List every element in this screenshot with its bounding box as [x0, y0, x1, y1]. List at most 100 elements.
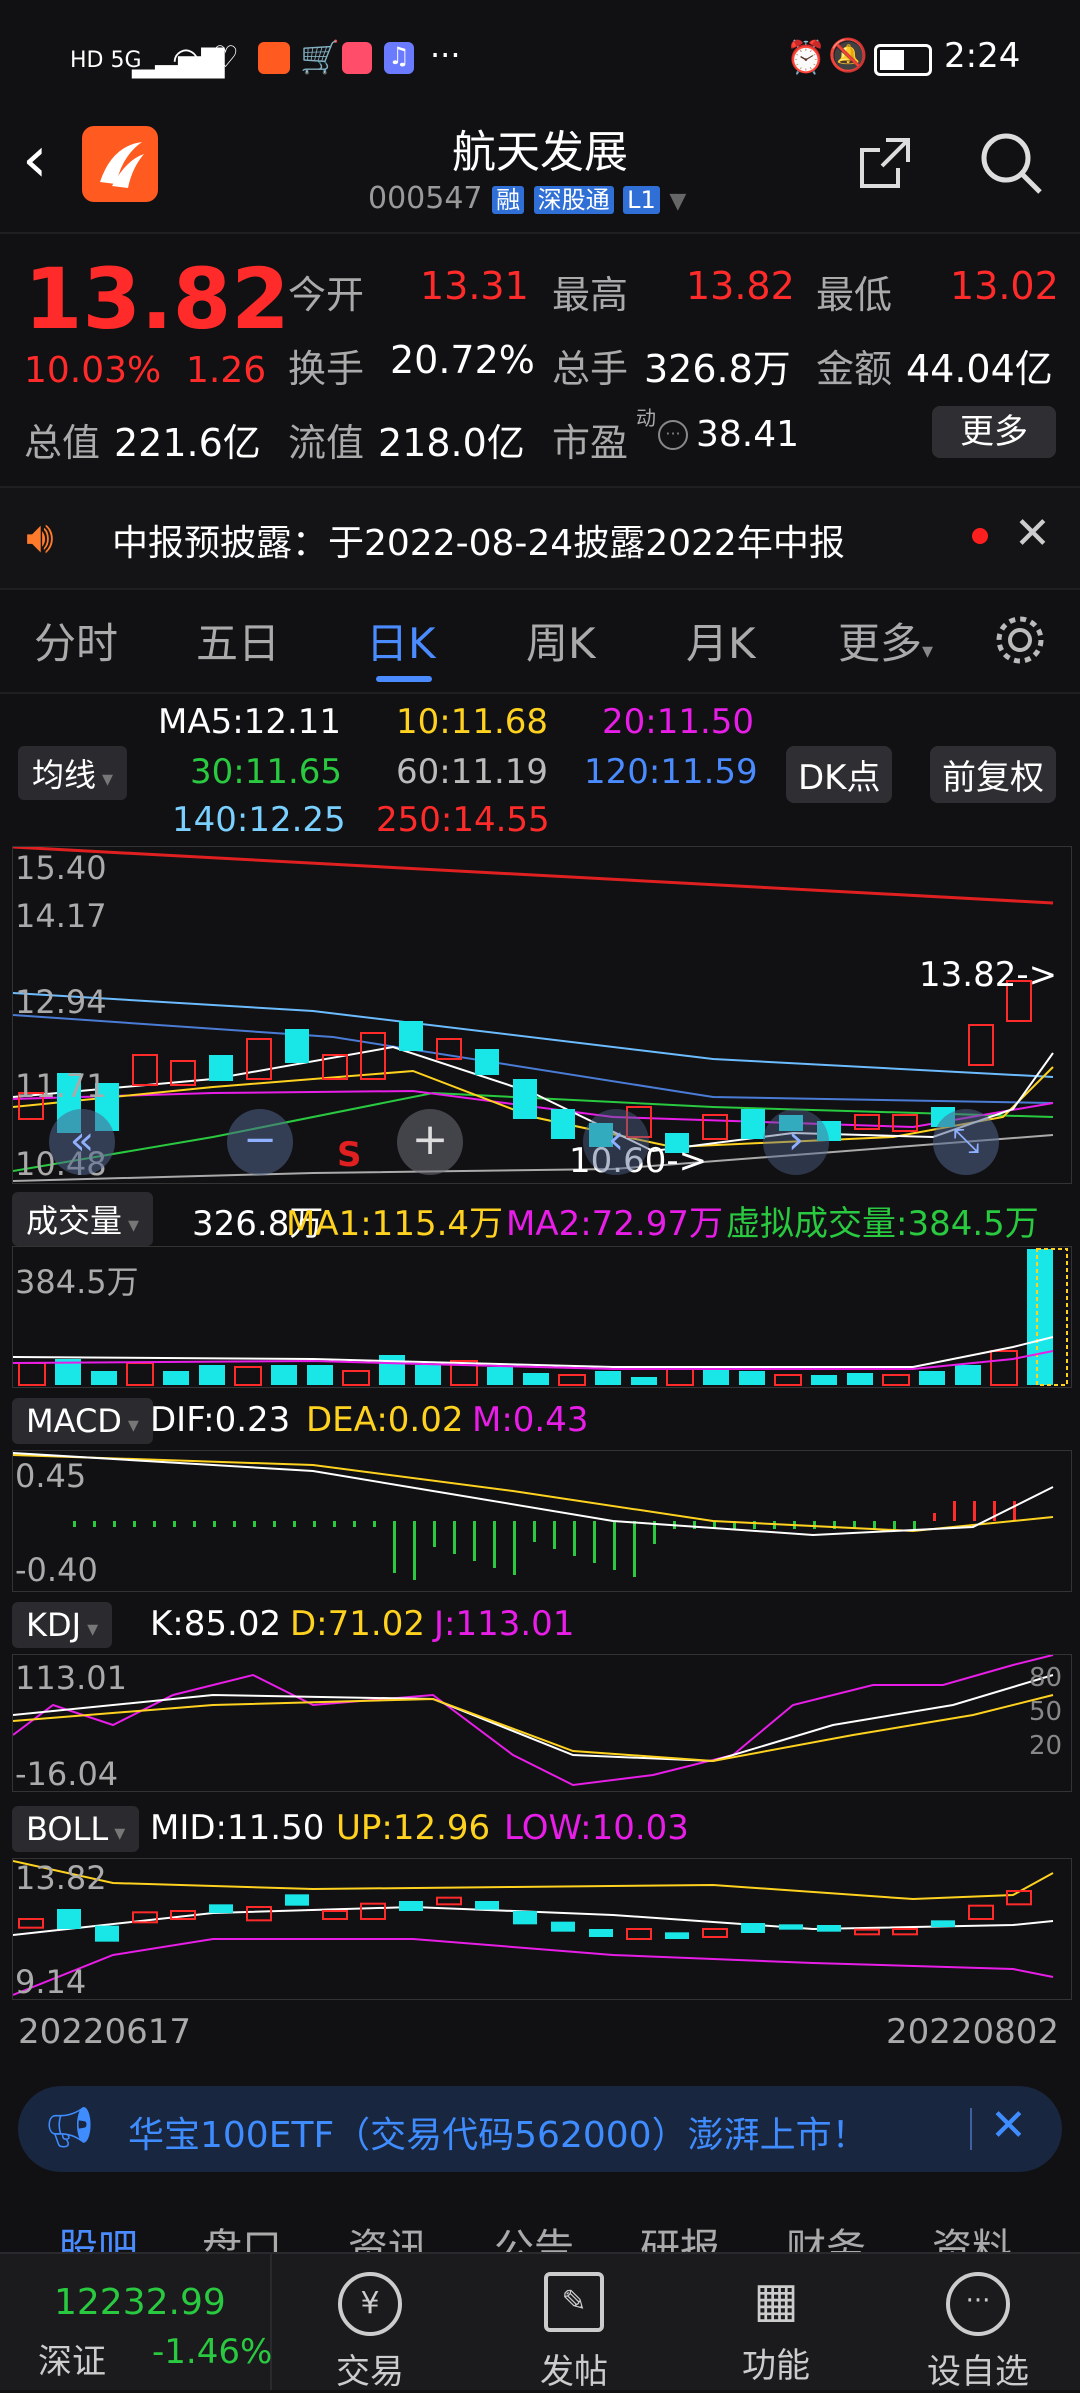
macd-selector[interactable]: MACD	[12, 1398, 153, 1444]
boll-candle-17	[665, 1932, 689, 1939]
speaker-icon: 🔊︎	[26, 512, 54, 563]
boll-candle-18	[702, 1928, 728, 1938]
candle-7	[285, 1029, 309, 1063]
bottom-nav: 12232.99 深证 -1.46% ¥ 交易 ✎ 发帖 ▦ 功能 ··· 设自…	[0, 2252, 1080, 2393]
nav-trade[interactable]: ¥ 交易	[300, 2272, 440, 2393]
subtab-guba[interactable]: 股吧	[58, 2216, 138, 2256]
candle-10	[399, 1021, 423, 1051]
boll-candle-11	[436, 1896, 462, 1906]
subtab-finance[interactable]: 财务	[786, 2216, 866, 2256]
macd-dif: DIF:0.23	[150, 1400, 291, 1440]
stock-code-row: 000547 融 深股通 L1 ▼	[368, 180, 686, 216]
sub-tabs: 股吧 盘口 资讯 公告 研报 财务 资料	[0, 2196, 1080, 2256]
settings-button[interactable]	[992, 612, 1048, 668]
zoom-out-button[interactable]: −	[227, 1109, 293, 1175]
high-label: 最高	[552, 273, 629, 317]
macd-bar-8	[233, 1521, 236, 1527]
boll-up: UP:12.96	[336, 1808, 491, 1848]
scroll-left-button[interactable]: «	[49, 1109, 115, 1175]
boll-candle-1	[57, 1909, 81, 1929]
candle-23	[892, 1114, 918, 1132]
kdj-chart[interactable]: 113.01 -16.04 80 50 20	[12, 1654, 1072, 1793]
close-banner-icon[interactable]: ✕	[990, 2100, 1027, 2151]
tab-monthly-k[interactable]: 月K	[686, 610, 756, 671]
boll-selector[interactable]: BOLL	[12, 1806, 140, 1852]
notice-bar[interactable]: 🔊︎ 中报预披露：于2022-08-24披露2022年中报 ✕	[0, 488, 1080, 588]
subtab-profile[interactable]: 资料	[932, 2216, 1012, 2256]
zoom-in-button[interactable]: +	[397, 1109, 463, 1175]
boll-candle-12	[475, 1901, 499, 1910]
macd-chart[interactable]: 0.45 -0.40	[12, 1450, 1072, 1592]
notice-text: 中报预披露：于2022-08-24披露2022年中报	[112, 523, 845, 564]
tab-more[interactable]: 更多▾	[838, 610, 933, 671]
nav-functions[interactable]: ▦ 功能	[706, 2272, 846, 2387]
volume-bar-24	[882, 1374, 910, 1386]
candle-3	[132, 1054, 158, 1086]
kline-svg	[12, 845, 1054, 1182]
change-amount: 1.26	[186, 350, 267, 391]
ma-selector[interactable]: 均线	[18, 746, 128, 800]
dk-point-button[interactable]: DK点	[786, 746, 893, 803]
kdj-j: J:113.01	[434, 1604, 575, 1644]
chevron-down-icon[interactable]: ▼	[669, 189, 686, 214]
macd-bars	[73, 1501, 1016, 1580]
last-price: 13.82	[24, 250, 290, 348]
step-right-button[interactable]: ›	[763, 1109, 829, 1175]
macd-bar-10	[273, 1521, 276, 1527]
candle-12	[475, 1049, 499, 1075]
volume-chart[interactable]: 384.5万	[12, 1246, 1072, 1388]
tab-daily-k[interactable]: 日K	[366, 610, 436, 671]
nav-add-watchlist[interactable]: ··· 设自选	[908, 2272, 1048, 2393]
subtab-announce[interactable]: 公告	[494, 2216, 574, 2256]
volume-bar-28	[1027, 1249, 1053, 1385]
boll-candle-8	[322, 1910, 348, 1920]
tab-five-day[interactable]: 五日	[196, 610, 280, 671]
volume-label: 总手	[552, 347, 629, 391]
price-adjust-button[interactable]: 前复权	[930, 746, 1056, 803]
fullscreen-button[interactable]: ⤡	[933, 1109, 999, 1175]
subtab-pankou[interactable]: 盘口	[202, 2216, 282, 2256]
macd-bar-43	[933, 1513, 936, 1521]
gear-icon	[996, 616, 1044, 664]
volume-bar-16	[595, 1371, 621, 1385]
boll-chart[interactable]: 13.82 9.14	[12, 1858, 1072, 2001]
tab-weekly-k[interactable]: 周K	[526, 610, 596, 671]
book-icon	[342, 42, 372, 74]
search-button[interactable]	[978, 130, 1044, 196]
index-ticker[interactable]: 12232.99 深证 -1.46%	[0, 2254, 272, 2390]
step-left-button[interactable]: ‹	[583, 1109, 649, 1175]
more-circle-icon: ···	[946, 2272, 1010, 2336]
macd-bar-5	[173, 1521, 176, 1527]
info-icon[interactable]: ···	[658, 420, 688, 450]
nav-post[interactable]: ✎ 发帖	[504, 2272, 644, 2393]
subtab-news[interactable]: 资讯	[348, 2216, 428, 2256]
volume-bar-10	[379, 1355, 405, 1385]
macd-bar-22	[513, 1521, 516, 1575]
kline-chart[interactable]: 15.40 14.17 12.94 11.71 10.48 13.82-> 10…	[12, 845, 1072, 1184]
macd-bar-45	[973, 1501, 976, 1521]
kdj-k-line	[12, 1674, 1054, 1763]
stock-code: 000547	[368, 181, 483, 216]
tab-intraday[interactable]: 分时	[34, 610, 118, 671]
share-button[interactable]	[856, 134, 914, 192]
macd-bar-37	[813, 1521, 816, 1529]
index-change: -1.46%	[152, 2332, 273, 2372]
close-notice-icon[interactable]: ✕	[1014, 508, 1051, 559]
volume-bar-4	[163, 1371, 189, 1385]
promo-banner[interactable]: 📢︎ 华宝100ETF（交易代码562000）澎湃上市！ ✕	[18, 2086, 1062, 2172]
boll-candle-25	[968, 1904, 994, 1921]
more-button[interactable]: 更多	[932, 406, 1056, 458]
kdj-axis-bottom: -16.04	[15, 1755, 119, 1793]
ma60-label: 60:11.19	[396, 752, 549, 792]
boll-candle-0	[18, 1918, 44, 1929]
volume-ma1: MA1:115.4万	[286, 1204, 504, 1244]
macd-bar-6	[193, 1521, 196, 1527]
chevron-down-icon: ▾	[922, 639, 934, 664]
volume-selector[interactable]: 成交量	[12, 1192, 154, 1246]
subtab-research[interactable]: 研报	[640, 2216, 720, 2256]
boll-candle-6	[246, 1906, 272, 1922]
macd-bar-44	[953, 1501, 956, 1521]
ma60-line	[12, 1134, 1054, 1182]
ma20-label: 20:11.50	[602, 702, 755, 742]
kdj-selector[interactable]: KDJ	[12, 1602, 113, 1648]
